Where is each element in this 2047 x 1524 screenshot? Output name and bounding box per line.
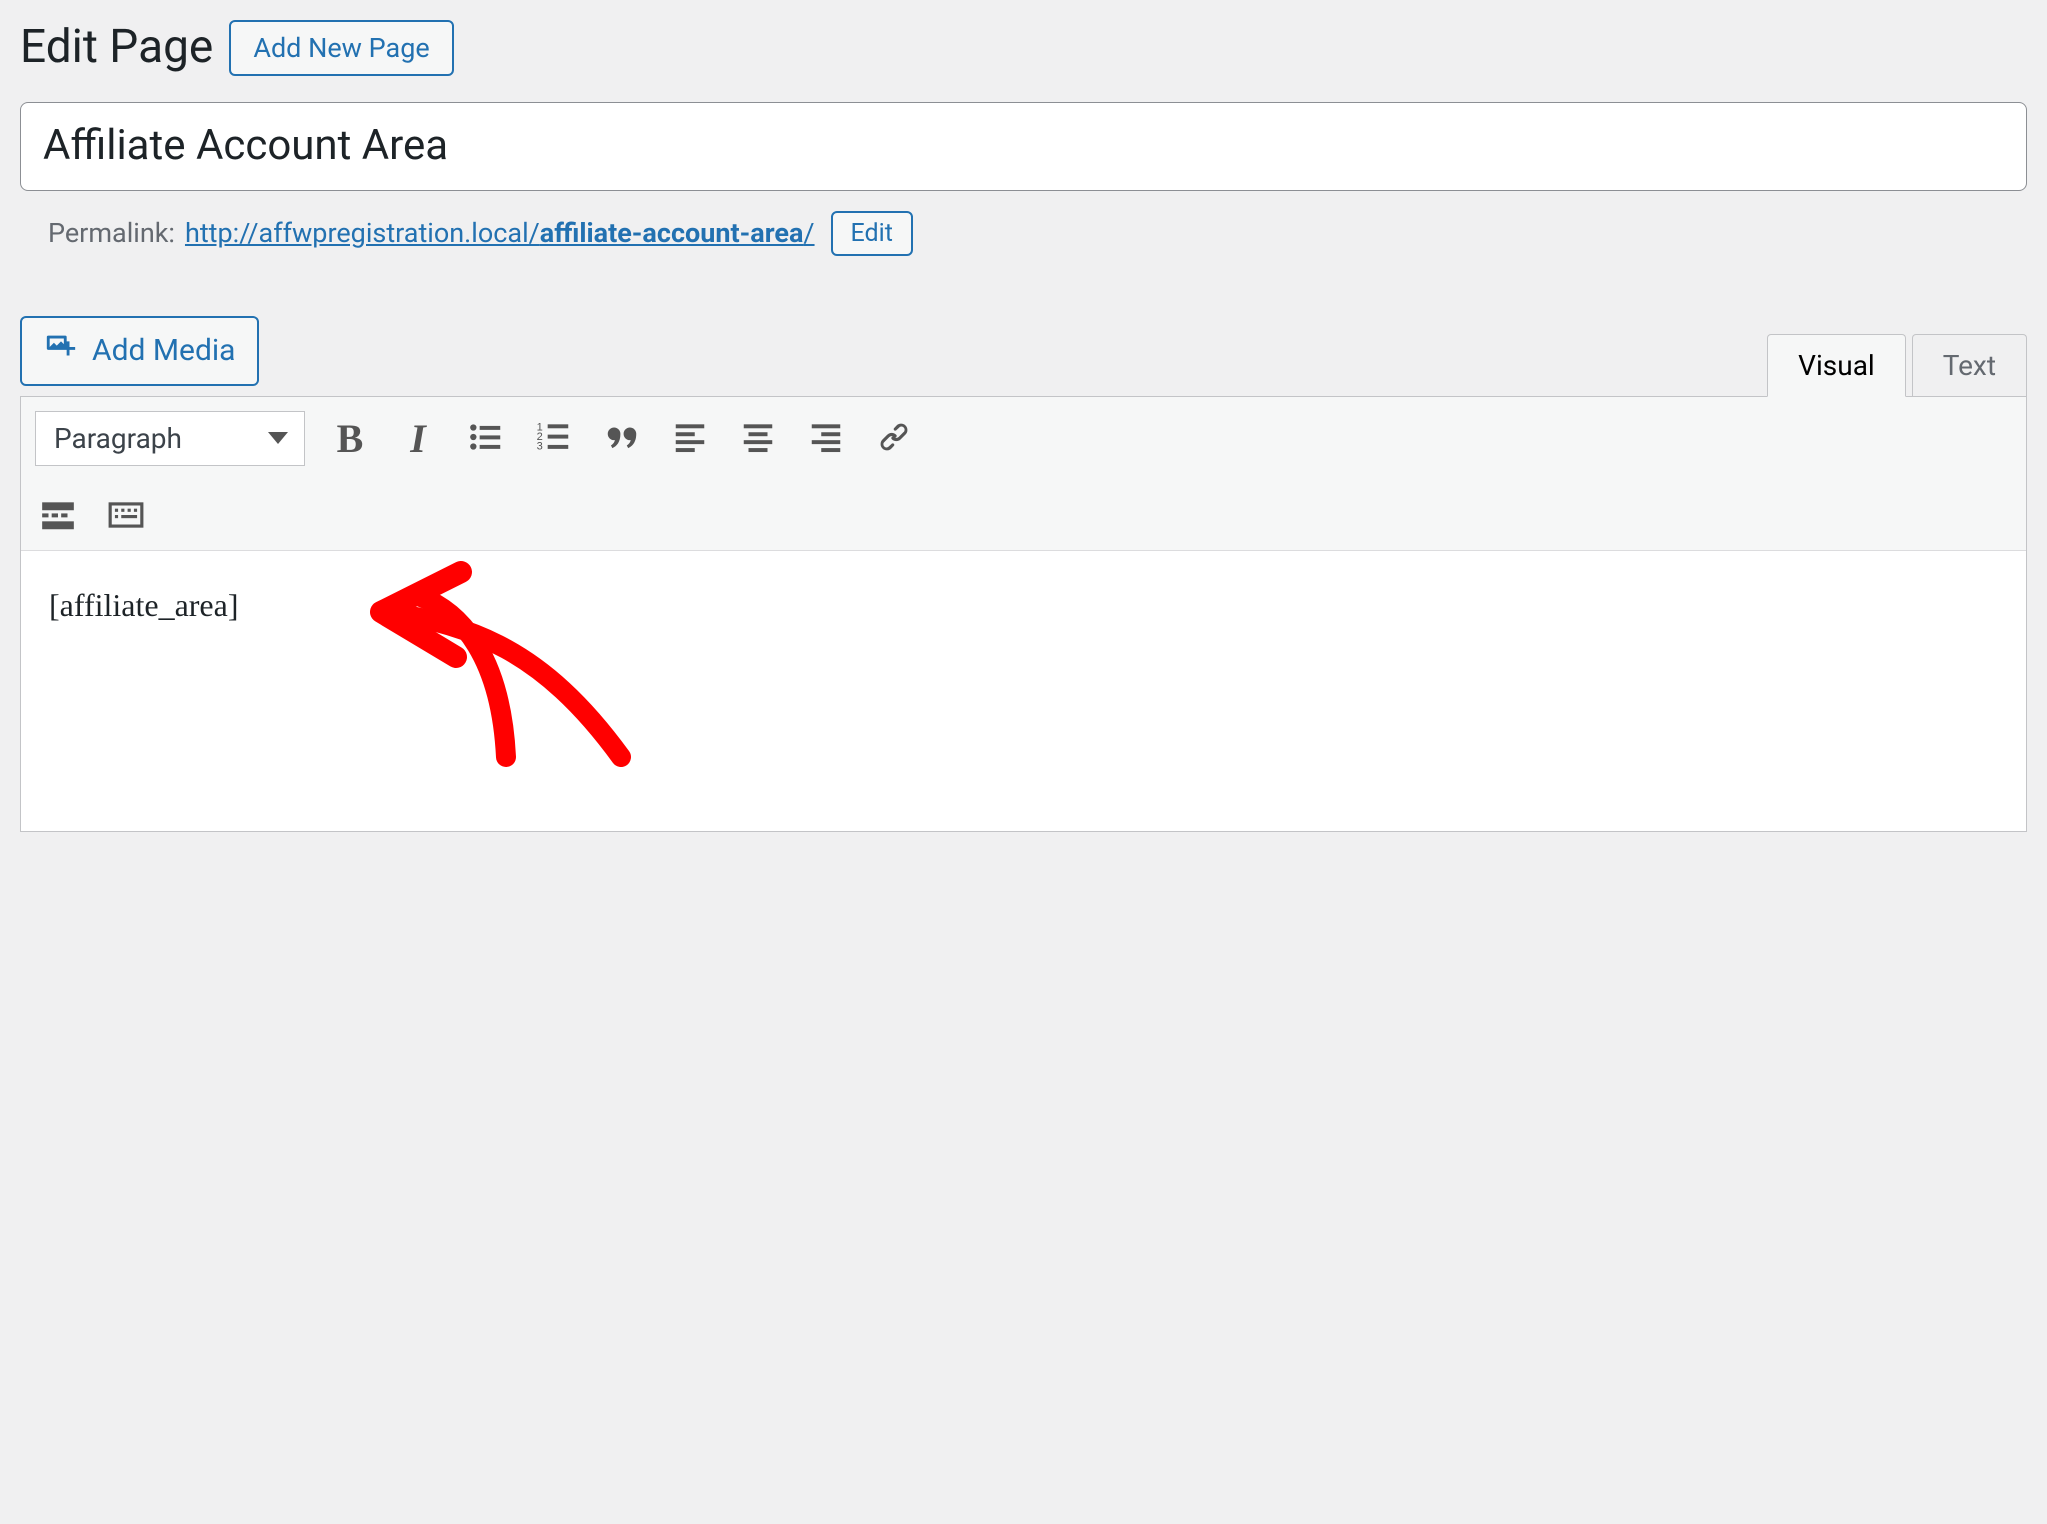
keyboard-icon <box>107 496 145 537</box>
permalink-row: Permalink: http://affwpregistration.loca… <box>48 211 2027 256</box>
permalink-slug: affiliate-account-area <box>540 217 804 249</box>
permalink-label: Permalink: <box>48 217 175 249</box>
insert-link-button[interactable] <box>871 415 917 461</box>
numbered-list-icon: 123 <box>535 418 573 459</box>
media-icon <box>44 330 78 372</box>
bulleted-list-button[interactable] <box>463 415 509 461</box>
annotation-arrow <box>361 557 661 777</box>
format-dropdown-label: Paragraph <box>54 422 182 455</box>
align-right-button[interactable] <box>803 415 849 461</box>
bulleted-list-icon <box>467 418 505 459</box>
editor-toolbar: Paragraph B I 123 <box>21 397 2026 551</box>
editor-tabs: Visual Text <box>1767 333 2027 396</box>
add-new-page-button[interactable]: Add New Page <box>229 20 453 76</box>
svg-text:3: 3 <box>537 440 543 452</box>
content-body: [affiliate_area] <box>49 587 238 623</box>
format-dropdown[interactable]: Paragraph <box>35 411 305 466</box>
editor-content[interactable]: [affiliate_area] <box>21 551 2026 831</box>
align-left-button[interactable] <box>667 415 713 461</box>
permalink-link[interactable]: http://affwpregistration.local/affiliate… <box>185 217 815 249</box>
editor-wrapper: Paragraph B I 123 <box>20 396 2027 832</box>
align-left-icon <box>671 418 709 459</box>
blockquote-button[interactable] <box>599 415 645 461</box>
tab-text[interactable]: Text <box>1912 334 2027 396</box>
permalink-base: http://affwpregistration.local/ <box>185 217 540 249</box>
insert-readmore-button[interactable] <box>35 494 81 540</box>
align-center-icon <box>739 418 777 459</box>
edit-permalink-button[interactable]: Edit <box>831 211 913 256</box>
align-center-button[interactable] <box>735 415 781 461</box>
tab-visual[interactable]: Visual <box>1767 334 1906 397</box>
bold-button[interactable]: B <box>327 415 373 461</box>
numbered-list-button[interactable]: 123 <box>531 415 577 461</box>
italic-button[interactable]: I <box>395 415 441 461</box>
toolbar-toggle-button[interactable] <box>103 494 149 540</box>
quote-icon <box>603 418 641 459</box>
page-title-input[interactable] <box>20 102 2027 191</box>
add-media-button[interactable]: Add Media <box>20 316 259 386</box>
chevron-down-icon <box>268 432 288 444</box>
align-right-icon <box>807 418 845 459</box>
add-media-label: Add Media <box>92 333 235 368</box>
link-icon <box>875 418 913 459</box>
page-title: Edit Page <box>20 20 213 75</box>
readmore-icon <box>39 496 77 537</box>
permalink-trailing: / <box>803 217 814 249</box>
